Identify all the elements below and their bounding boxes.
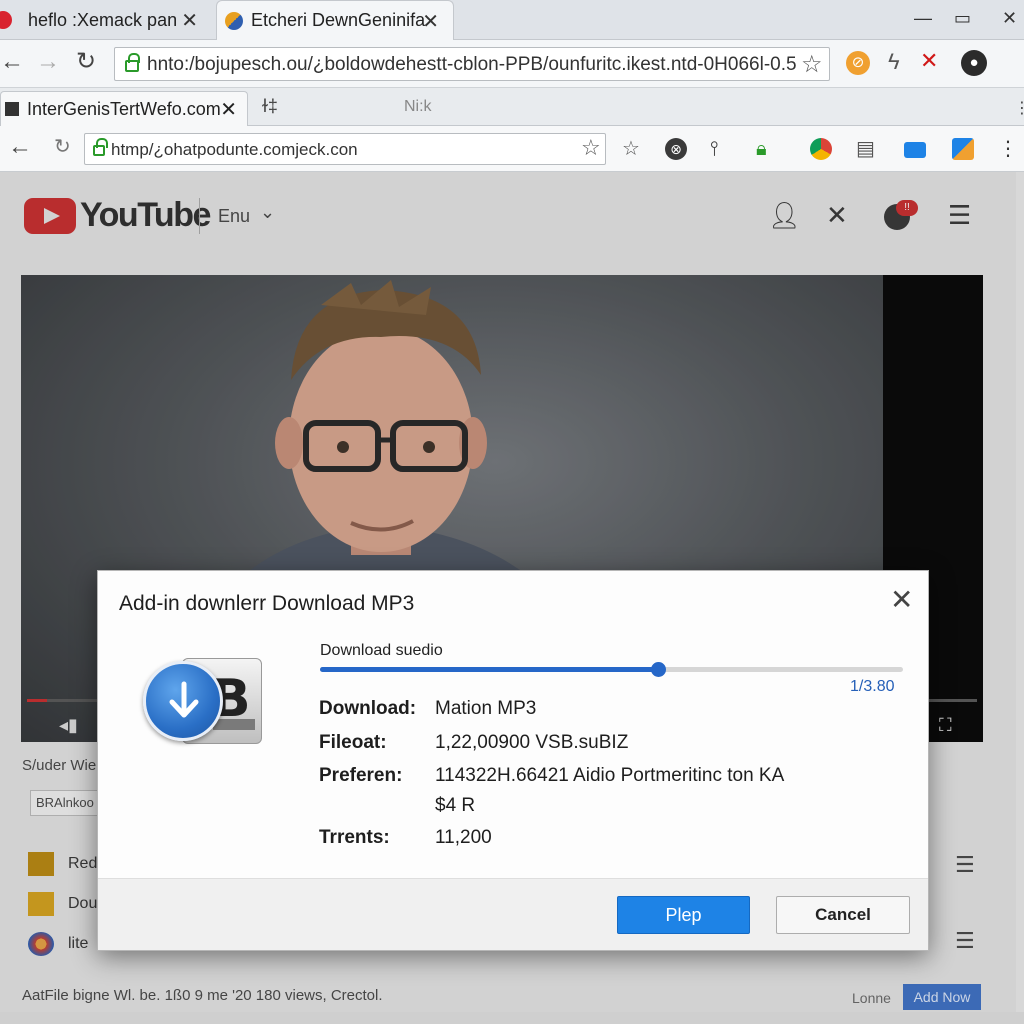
extension-icon[interactable]: ⊘ bbox=[846, 51, 870, 75]
list-item-label: Red bbox=[68, 855, 98, 872]
ghost-tab-label: Ni:k bbox=[404, 98, 432, 115]
back-arrow-icon[interactable]: ← bbox=[8, 133, 32, 161]
app-extension-icon[interactable] bbox=[952, 138, 974, 160]
field-value-download: Mation MP3 bbox=[435, 698, 537, 719]
inner-tab-title: InterGenisTertWefo.com bbox=[27, 98, 221, 119]
close-tab-icon[interactable]: ✕ bbox=[422, 9, 439, 34]
hamburger-menu-icon[interactable]: ☰ bbox=[948, 200, 971, 231]
reload-icon[interactable]: ↻ bbox=[76, 47, 96, 76]
outer-tab-2-title: Etcheri DewnGeninifa bbox=[251, 10, 426, 30]
youtube-wordmark[interactable]: YouTube bbox=[80, 196, 211, 235]
cancel-button[interactable]: Cancel bbox=[776, 896, 910, 934]
grid-extension-icon[interactable]: ▤ bbox=[856, 138, 875, 160]
lock-extension-icon[interactable]: 🔒︎ bbox=[756, 138, 767, 160]
tab-favicon-icon bbox=[0, 11, 12, 29]
flash-extension-icon[interactable]: ϟ bbox=[888, 49, 900, 75]
field-value-price: $4 R bbox=[435, 795, 476, 816]
tab-favicon-icon bbox=[225, 12, 243, 30]
account-icon[interactable]: ● bbox=[961, 50, 987, 76]
field-label-download: Download: bbox=[319, 698, 417, 719]
extension-icon[interactable]: ⊗ bbox=[665, 138, 687, 160]
close-window-icon[interactable]: ✕ bbox=[1002, 8, 1017, 29]
video-progress bbox=[27, 699, 47, 702]
inner-tab[interactable]: InterGenisTertWefo.com ✕ bbox=[0, 91, 248, 126]
progress-label: Download suedio bbox=[320, 642, 443, 659]
field-value-torrents: 11,200 bbox=[435, 827, 492, 848]
maximize-icon[interactable]: ▭ bbox=[954, 8, 971, 29]
field-value-format: 1,22,00900 VSB.suBIZ bbox=[435, 732, 629, 753]
video-title-snippet: S/uder Wie bbox=[22, 757, 97, 774]
page-scrollbar[interactable] bbox=[1016, 172, 1024, 1012]
language-selector[interactable]: Enu bbox=[218, 206, 250, 227]
bookmark-star-icon[interactable]: ☆ bbox=[581, 135, 601, 161]
bookmark-star-icon[interactable]: ☆ bbox=[622, 138, 640, 160]
outer-url-text: hnto:/bojupesch.ou/¿boldowdehestt-cblon-… bbox=[147, 54, 797, 75]
folder-icon bbox=[28, 892, 54, 916]
forward-arrow-icon[interactable]: → bbox=[36, 48, 60, 76]
reload-icon[interactable]: ↻ bbox=[54, 134, 71, 159]
list-menu-icon[interactable]: ☰ bbox=[955, 852, 975, 878]
outer-tab-1[interactable]: heflo :Xemack pan ✕ bbox=[0, 0, 212, 40]
outer-tab-strip: heflo :Xemack pan ✕ Etcheri DewnGeninifa… bbox=[0, 0, 1024, 40]
user-icon[interactable]: 👤︎ bbox=[768, 200, 801, 231]
dialog-footer: Plep Cancel bbox=[98, 878, 928, 950]
inner-url-text: htmp/¿ohatpodunte.comjeck.con bbox=[111, 140, 358, 159]
chevron-down-icon[interactable]: ⌄ bbox=[260, 202, 275, 223]
dialog-title: Add-in downlerr Download MP3 bbox=[119, 592, 415, 615]
download-dialog: Add-in downlerr Download MP3 ✕ B Downloa… bbox=[97, 570, 929, 951]
youtube-logo-icon[interactable] bbox=[24, 198, 76, 234]
header-divider bbox=[199, 198, 200, 234]
primary-button[interactable]: Plep bbox=[617, 896, 750, 934]
field-label-preference: Preferen: bbox=[319, 765, 403, 786]
close-tab-icon[interactable]: ✕ bbox=[220, 97, 237, 122]
outer-address-bar[interactable]: hnto:/bojupesch.ou/¿boldowdehestt-cblon-… bbox=[114, 47, 830, 81]
inner-tab-strip: InterGenisTertWefo.com ✕ ɫ‡ Ni:k ⋮ bbox=[0, 88, 1024, 126]
field-label-torrents: Trrents: bbox=[319, 827, 390, 848]
field-value-preference: 114322H.66421 Aidio Portmeritinc ton KA bbox=[435, 765, 785, 786]
status-strip bbox=[0, 1012, 1024, 1024]
field-label-format: Fileoat: bbox=[319, 732, 387, 753]
bottom-right-label: Lonne bbox=[852, 990, 891, 1006]
outer-tab-2[interactable]: Etcheri DewnGeninifa ✕ bbox=[216, 0, 454, 40]
chat-extension-icon[interactable] bbox=[904, 142, 926, 158]
folder-icon bbox=[28, 852, 54, 876]
tools-icon[interactable]: ✕ bbox=[826, 200, 848, 231]
secure-lock-icon bbox=[125, 53, 140, 72]
close-tab-icon[interactable]: ✕ bbox=[181, 8, 198, 33]
back-arrow-icon[interactable]: ← bbox=[0, 48, 24, 76]
video-meta-text: AatFile bigne Wl. be. 1ß0 9 me '20 180 v… bbox=[22, 987, 383, 1004]
list-menu-icon[interactable]: ☰ bbox=[955, 928, 975, 954]
download-progress-bar[interactable] bbox=[320, 662, 903, 677]
outer-tab-1-title: heflo :Xemack pan bbox=[28, 9, 178, 30]
inner-toolbar: ← ↻ htmp/¿ohatpodunte.comjeck.con ☆ ☆ ⊗ … bbox=[0, 126, 1024, 172]
browser-icon bbox=[28, 932, 54, 956]
menu-icon[interactable]: ⋮ bbox=[998, 138, 1018, 160]
close-icon[interactable]: ✕ bbox=[890, 583, 913, 616]
progress-knob[interactable] bbox=[651, 662, 667, 677]
new-tab-icon[interactable]: ɫ‡ bbox=[262, 96, 278, 117]
inner-address-bar[interactable]: htmp/¿ohatpodunte.comjeck.con ☆ bbox=[84, 133, 606, 165]
youtube-header: YouTube Enu ⌄ 👤︎ ✕ !! ☰ bbox=[0, 172, 1016, 258]
progress-fill bbox=[320, 667, 659, 672]
list-item-label: Dou bbox=[68, 895, 98, 912]
list-item-label: lite bbox=[68, 935, 89, 952]
site-favicon-icon bbox=[5, 102, 19, 116]
add-now-button[interactable]: Add Now bbox=[903, 984, 981, 1010]
channel-tag[interactable]: BRAlnkoo bbox=[30, 790, 100, 816]
pin-extension-icon[interactable]: ⫯ bbox=[710, 138, 719, 160]
progress-value: 1/3.80 bbox=[850, 678, 895, 695]
outer-toolbar: ← → ↻ hnto:/bojupesch.ou/¿boldowdehestt-… bbox=[0, 40, 1024, 88]
fullscreen-icon[interactable]: ⛶ bbox=[939, 715, 952, 736]
minimize-icon[interactable]: — bbox=[914, 8, 932, 29]
tab-overflow-icon[interactable]: ⋮ bbox=[1014, 98, 1024, 118]
bookmark-star-icon[interactable]: ☆ bbox=[801, 50, 823, 79]
volume-icon[interactable]: ◂▮ bbox=[59, 715, 78, 736]
chrome-extension-icon[interactable] bbox=[810, 138, 832, 160]
block-extension-icon[interactable]: ✕ bbox=[920, 48, 938, 74]
secure-lock-icon bbox=[93, 138, 108, 156]
download-arrow-icon bbox=[143, 661, 223, 741]
notification-badge: !! bbox=[896, 200, 918, 216]
